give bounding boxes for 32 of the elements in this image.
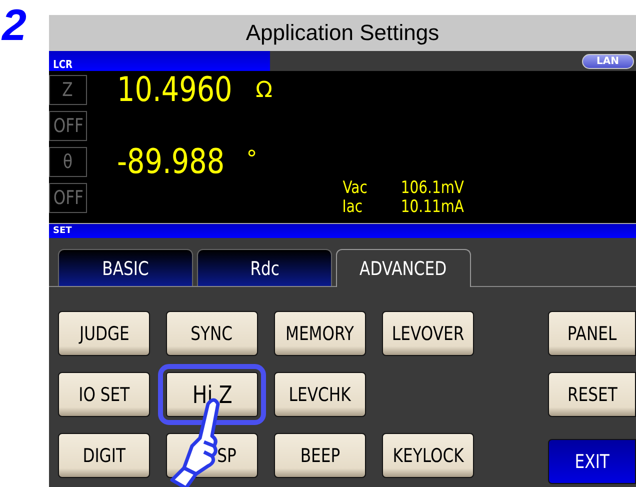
key-button[interactable]: DIGIT — [58, 433, 150, 478]
monitor-value: 106.1mV — [400, 179, 465, 198]
exit-button[interactable]: EXIT — [548, 439, 636, 484]
key-button[interactable]: PANEL — [548, 311, 636, 356]
key-button[interactable]: MEMORY — [274, 311, 366, 356]
parameter-button[interactable]: OFF — [49, 111, 87, 141]
reading-unit: ° — [246, 147, 258, 172]
reading-unit: Ω — [256, 78, 272, 102]
window-title: Application Settings — [49, 15, 636, 51]
parameter-button[interactable]: θ — [49, 147, 87, 177]
tab[interactable]: Rdc — [197, 249, 332, 287]
tab[interactable]: ADVANCED — [336, 249, 471, 287]
monitor-value: 10.11mA — [400, 198, 465, 217]
tab[interactable]: BASIC — [58, 249, 193, 287]
key-button[interactable]: JUDGE — [58, 311, 150, 356]
parameter-button[interactable]: Z — [49, 75, 87, 105]
step-number: 2 — [0, 0, 28, 52]
key-button[interactable]: RESET — [548, 372, 636, 417]
parameter-button[interactable]: OFF — [49, 183, 87, 213]
reading-value: -89.988 — [117, 145, 226, 179]
mode-label: LCR — [49, 51, 270, 71]
key-button[interactable]: BEEP — [274, 433, 366, 478]
key-button[interactable]: LEVOVER — [382, 311, 474, 356]
key-button[interactable]: KEYLOCK — [382, 433, 474, 478]
monitor-label: Vac — [342, 179, 368, 198]
key-button[interactable]: IO SET — [58, 372, 150, 417]
key-button[interactable]: SYNC — [166, 311, 258, 356]
monitor-label: Iac — [341, 198, 364, 217]
section-label: SET — [52, 225, 72, 237]
key-button[interactable]: LEVCHK — [274, 372, 366, 417]
reading-value: 10.4960 — [117, 73, 234, 107]
lan-badge: LAN — [582, 54, 634, 68]
